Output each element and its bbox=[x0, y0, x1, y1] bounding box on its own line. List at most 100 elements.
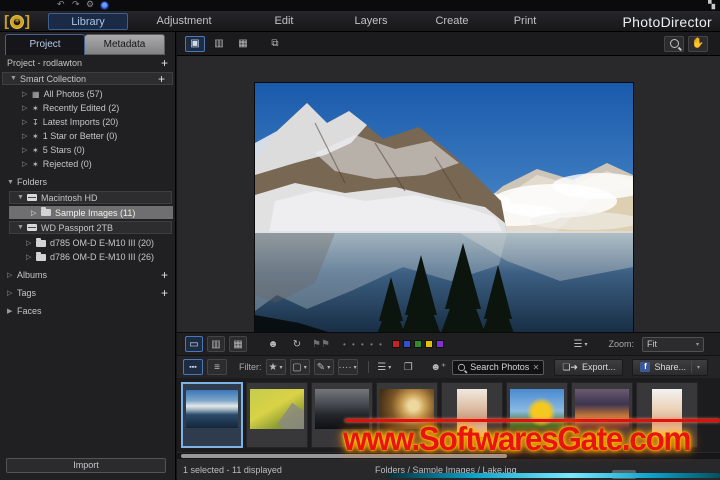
color-label-red[interactable] bbox=[391, 340, 400, 348]
chevron-open-icon[interactable]: ▼ bbox=[7, 179, 17, 186]
tree-item-rejected[interactable]: ▷ ✶ Rejected (0) bbox=[0, 157, 175, 171]
tab-project[interactable]: Project bbox=[5, 34, 85, 55]
color-label-purple[interactable] bbox=[435, 340, 444, 348]
multi-view-button[interactable]: ▦ bbox=[229, 336, 247, 352]
search-box[interactable]: Search Photos ✕ bbox=[452, 359, 545, 375]
export-button[interactable]: ❏➜ Export... bbox=[554, 358, 624, 376]
add-smart-collection-button[interactable]: + bbox=[158, 73, 165, 85]
color-label-blue[interactable] bbox=[402, 340, 411, 348]
redo-icon[interactable]: ↷ bbox=[72, 0, 80, 10]
chevron-closed-icon[interactable]: ▷ bbox=[26, 239, 36, 247]
chevron-open-icon[interactable]: ▼ bbox=[17, 224, 27, 231]
photo-viewer-mode-button[interactable]: ▣ bbox=[185, 35, 205, 52]
tree-item-all-photos[interactable]: ▷ ▦ All Photos (57) bbox=[0, 87, 175, 101]
add-tag-button[interactable]: + bbox=[161, 287, 168, 299]
color-label-green[interactable] bbox=[413, 340, 422, 348]
add-face-button[interactable]: ☻⁺ bbox=[428, 359, 448, 375]
face-tag-button[interactable]: ☻ bbox=[263, 336, 283, 352]
tree-item-d785[interactable]: ▷ d785 OM-D E-M10 III (20) bbox=[0, 236, 175, 250]
add-album-button[interactable]: + bbox=[161, 269, 168, 281]
label-filter-dropdown[interactable]: ···· ▾ bbox=[337, 359, 358, 375]
chevron-closed-icon[interactable]: ▷ bbox=[7, 289, 17, 297]
chevron-closed-icon[interactable]: ▷ bbox=[22, 160, 32, 168]
tab-layers[interactable]: Layers bbox=[328, 13, 414, 30]
star-rating-dots[interactable]: • • • • • bbox=[343, 340, 384, 349]
chevron-down-icon: ▾ bbox=[353, 364, 357, 371]
pan-tool-button[interactable]: ✋ bbox=[688, 35, 708, 52]
grid-mode-button[interactable]: ▦ bbox=[233, 36, 253, 52]
albums-header[interactable]: ▷ Albums + bbox=[0, 268, 175, 282]
tab-create[interactable]: Create bbox=[414, 13, 490, 30]
tree-item-one-star-or-better[interactable]: ▷ ✶ 1 Star or Better (0) bbox=[0, 129, 175, 143]
chevron-closed-icon[interactable]: ▷ bbox=[22, 90, 32, 98]
tab-library[interactable]: Library bbox=[48, 13, 128, 30]
chevron-closed-icon[interactable]: ▷ bbox=[26, 253, 36, 261]
smart-collection-header[interactable]: ▼ Smart Collection + bbox=[2, 72, 173, 85]
compare-mode-button[interactable]: ⧉ bbox=[265, 36, 285, 52]
lake-photo[interactable] bbox=[255, 83, 633, 347]
chevron-open-icon[interactable]: ▼ bbox=[10, 75, 20, 82]
tree-item-five-stars[interactable]: ▷ ✶ 5 Stars (0) bbox=[0, 143, 175, 157]
directorzone-icon[interactable] bbox=[100, 1, 109, 10]
tab-edit[interactable]: Edit bbox=[240, 13, 328, 30]
chevron-solid-icon[interactable]: ▶ bbox=[7, 307, 17, 315]
flag-filter-dropdown[interactable]: ▢ ▾ bbox=[289, 359, 310, 375]
project-header-row[interactable]: Project - rodlawton + bbox=[0, 56, 175, 70]
undo-icon[interactable]: ↶ bbox=[57, 0, 65, 10]
zoom-tool-button[interactable] bbox=[664, 35, 684, 52]
thumbnail-lake-selected[interactable] bbox=[181, 382, 243, 448]
tree-item-d786[interactable]: ▷ d786 OM-D E-M10 III (26) bbox=[0, 250, 175, 264]
single-view-button[interactable]: ▭ bbox=[185, 336, 203, 352]
list-view-button[interactable]: ≡ bbox=[207, 359, 227, 375]
filmstrip-view-button[interactable]: ▪▪▪ bbox=[183, 359, 203, 375]
tree-item-macintosh-hd[interactable]: ▼ Macintosh HD bbox=[9, 191, 172, 204]
thumbnail-sunset-clouds[interactable] bbox=[571, 382, 633, 448]
rotate-button[interactable]: ↻ bbox=[287, 336, 307, 352]
stack-button[interactable]: ❐ bbox=[398, 359, 418, 375]
search-input[interactable]: Search Photos bbox=[470, 362, 529, 372]
flag-buttons[interactable]: ⚑⚑ bbox=[311, 336, 331, 352]
sort-dropdown[interactable]: ☰ ▾ bbox=[374, 359, 394, 375]
share-button[interactable]: f Share... ▾ bbox=[632, 358, 708, 376]
tags-header[interactable]: ▷ Tags + bbox=[0, 286, 175, 300]
chevron-open-icon[interactable]: ▼ bbox=[17, 194, 27, 201]
filmstrip-scrollbar-thumb[interactable] bbox=[181, 454, 507, 458]
tree-item-latest-imports[interactable]: ▷ ↧ Latest Imports (20) bbox=[0, 115, 175, 129]
add-project-button[interactable]: + bbox=[161, 57, 168, 69]
color-label-yellow[interactable] bbox=[424, 340, 433, 348]
two-up-view-button[interactable]: ▥ bbox=[207, 336, 225, 352]
chevron-closed-icon[interactable]: ▷ bbox=[7, 271, 17, 279]
tree-item-wd-passport[interactable]: ▼ WD Passport 2TB bbox=[9, 221, 172, 234]
window-mode-icon[interactable]: ▚ bbox=[708, 0, 715, 10]
tree-item-recently-edited[interactable]: ▷ ✶ Recently Edited (2) bbox=[0, 101, 175, 115]
filmstrip-scrollbar-track[interactable] bbox=[177, 453, 720, 459]
folders-header[interactable]: ▼ Folders bbox=[0, 175, 175, 189]
thumbnail-meadow-bicycle[interactable] bbox=[246, 382, 308, 448]
chevron-closed-icon[interactable]: ▷ bbox=[22, 132, 32, 140]
chevron-closed-icon[interactable]: ▷ bbox=[22, 104, 32, 112]
thumbnail-woman-portrait[interactable] bbox=[441, 382, 503, 448]
settings-gear-icon[interactable]: ⚙ bbox=[86, 0, 94, 10]
thumbnail-storm-landscape[interactable] bbox=[311, 382, 373, 448]
star-filter-dropdown[interactable]: ★ ▾ bbox=[265, 359, 286, 375]
tree-item-sample-images-selected[interactable]: ▷ Sample Images (11) bbox=[9, 206, 173, 219]
chevron-closed-icon[interactable]: ▷ bbox=[31, 209, 41, 217]
edited-filter-dropdown[interactable]: ✎ ▾ bbox=[313, 359, 334, 375]
browse-mode-button[interactable]: ▥ bbox=[209, 36, 229, 52]
import-arrow-icon: ↧ bbox=[32, 117, 39, 127]
thumbnail-sunflower[interactable] bbox=[506, 382, 568, 448]
thumbnail-golden-spiral[interactable] bbox=[376, 382, 438, 448]
chevron-down-icon[interactable]: ▾ bbox=[697, 364, 700, 371]
chevron-closed-icon[interactable]: ▷ bbox=[22, 118, 32, 126]
import-button[interactable]: Import bbox=[6, 458, 166, 473]
tab-print[interactable]: Print bbox=[490, 13, 560, 30]
tab-metadata[interactable]: Metadata bbox=[85, 34, 165, 55]
panel-tabs: Project Metadata bbox=[0, 32, 175, 56]
zoom-level-dropdown[interactable]: Fit ▾ bbox=[642, 336, 704, 352]
chevron-closed-icon[interactable]: ▷ bbox=[22, 146, 32, 154]
view-options-button[interactable]: ☰ ▾ bbox=[570, 336, 590, 352]
tab-adjustment[interactable]: Adjustment bbox=[128, 13, 240, 30]
clear-search-icon[interactable]: ✕ bbox=[533, 363, 540, 372]
faces-header[interactable]: ▶ Faces bbox=[0, 304, 175, 318]
thumbnail-laughing-woman[interactable] bbox=[636, 382, 698, 448]
